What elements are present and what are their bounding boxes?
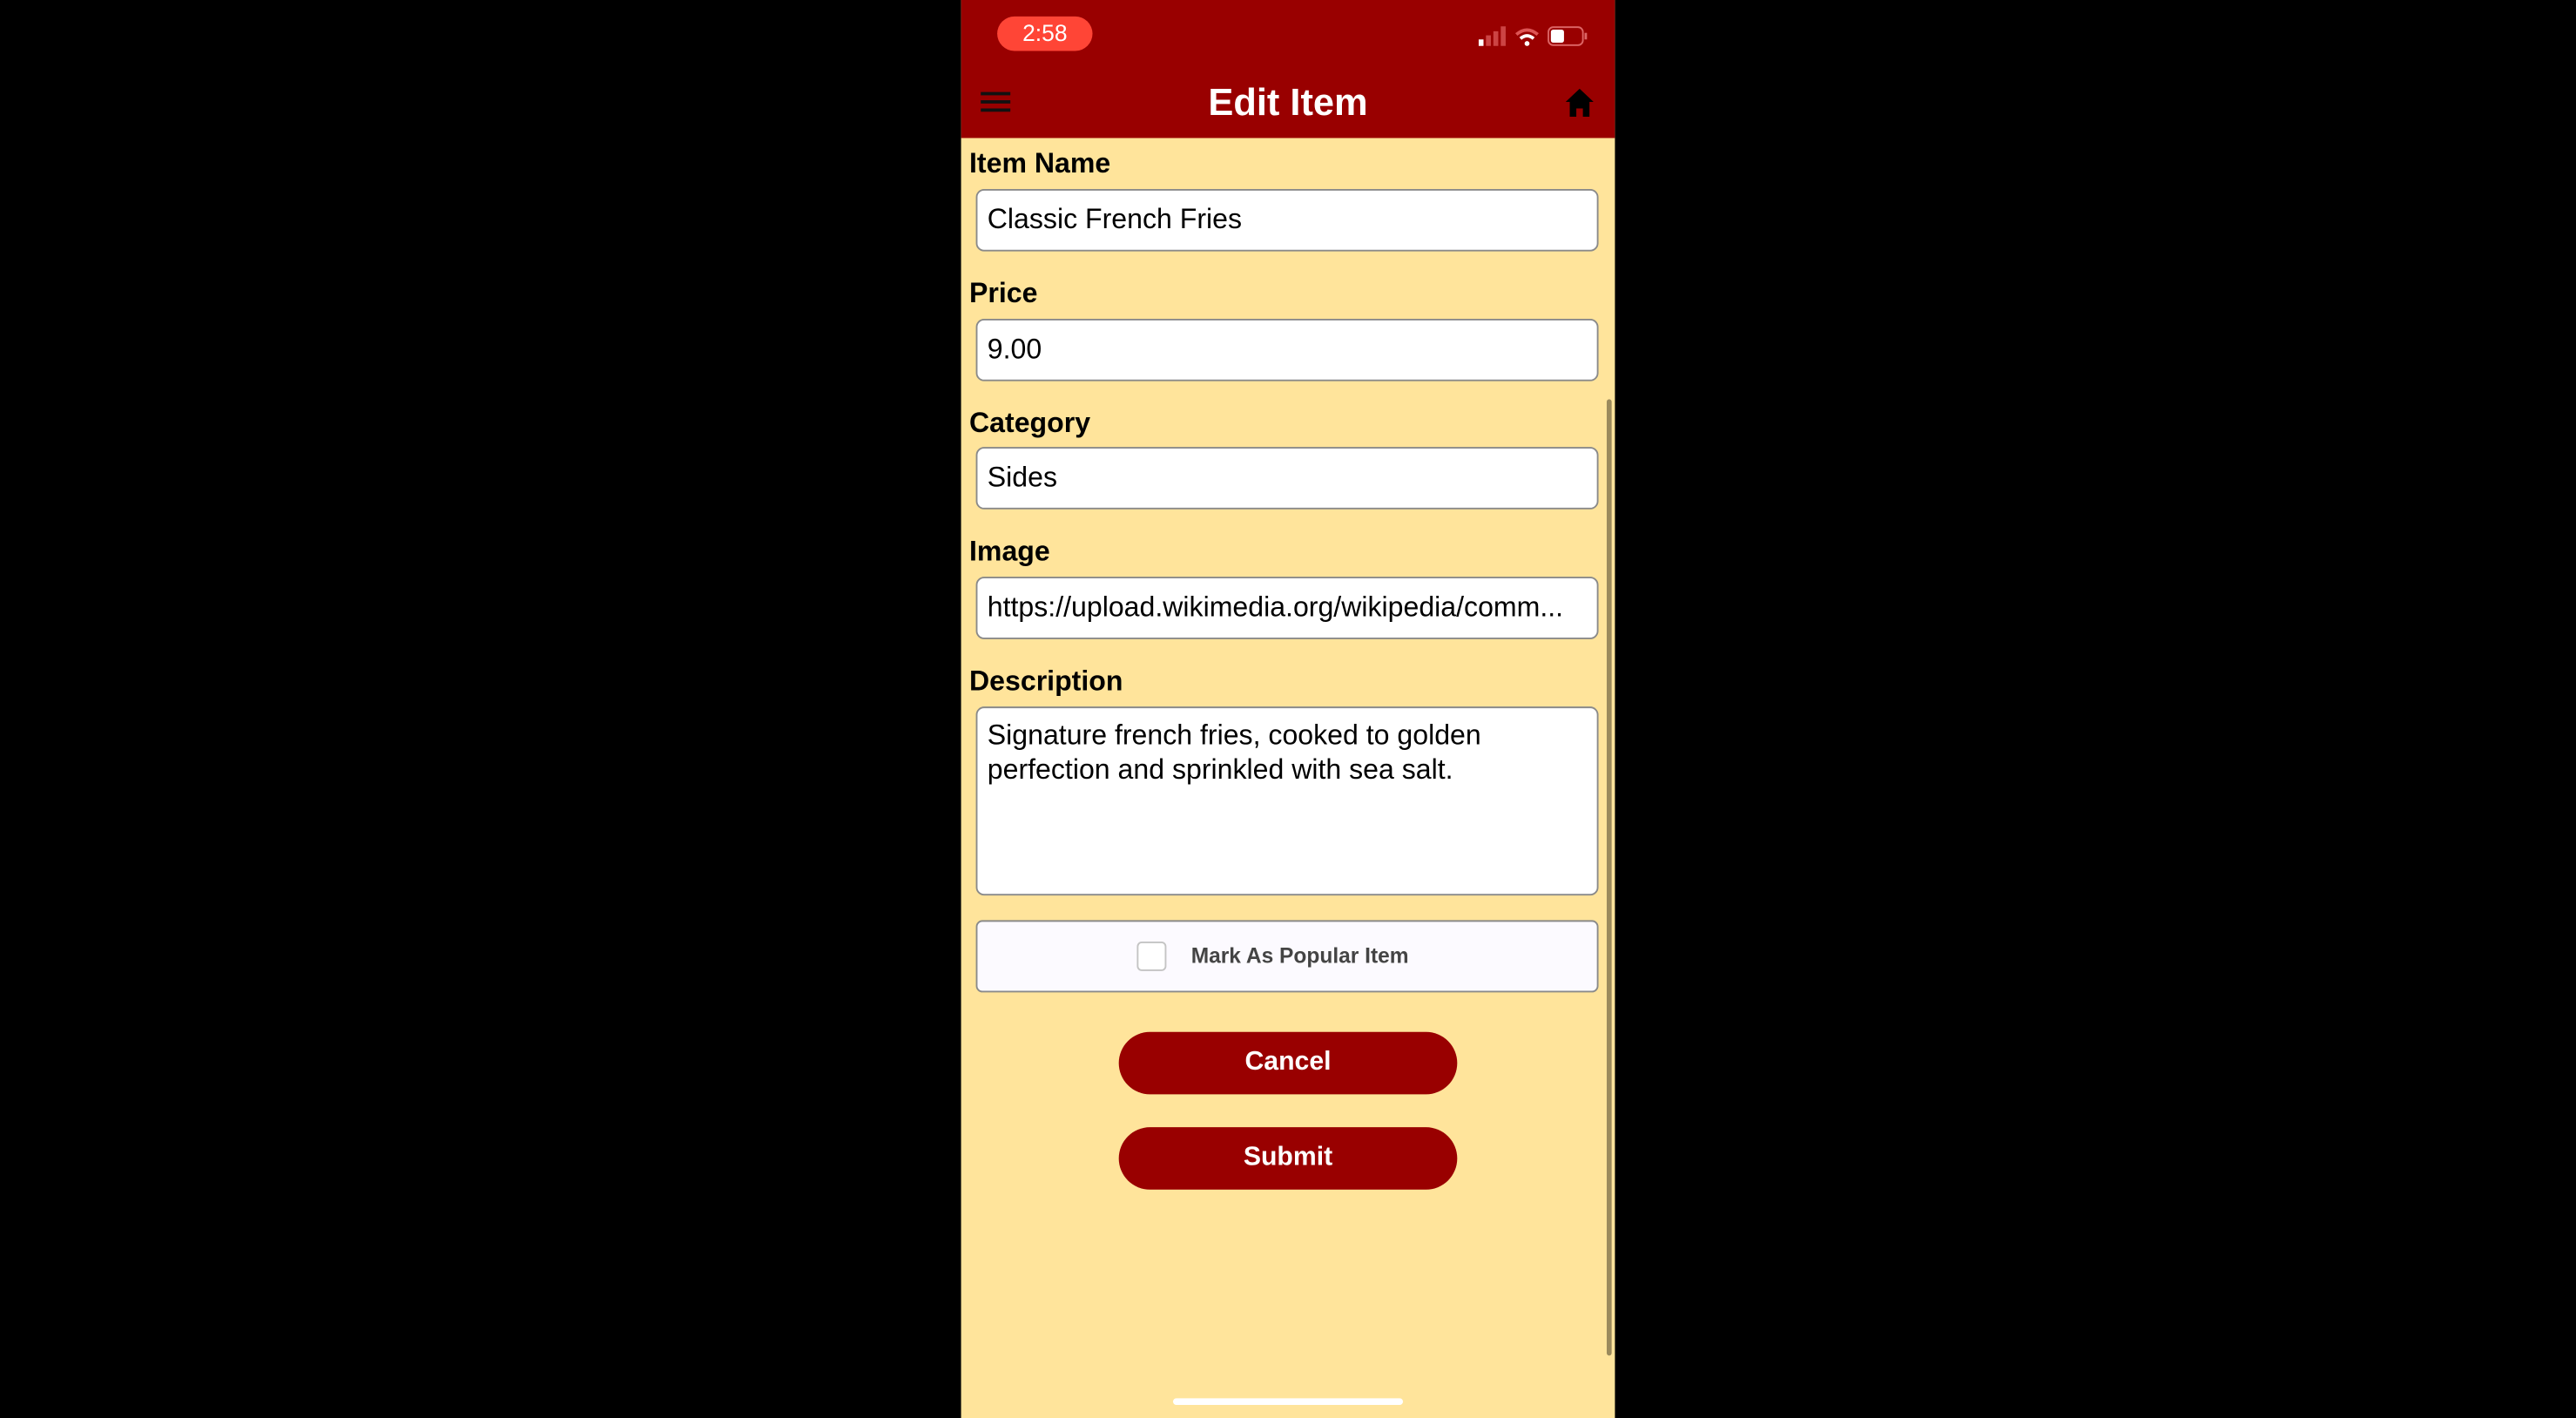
cancel-button[interactable]: Cancel (1118, 1031, 1458, 1095)
battery-icon (1548, 26, 1588, 46)
category-value: Sides (987, 462, 1058, 493)
signal-icon (1478, 26, 1506, 46)
item-name-input[interactable]: Classic French Fries (975, 188, 1599, 252)
phone-screen: 2:58 Edit Item Item Name Classic French … (961, 0, 1615, 1418)
price-label: Price (969, 277, 1038, 309)
popular-label: Mark As Popular Item (1190, 942, 1409, 969)
price-input[interactable]: 9.00 (975, 318, 1599, 382)
home-indicator[interactable] (1172, 1398, 1404, 1405)
description-label: Description (969, 665, 1123, 697)
price-value: 9.00 (987, 333, 1042, 365)
status-icons (1478, 26, 1588, 46)
app-header: 2:58 Edit Item (961, 0, 1615, 138)
page-title: Edit Item (1208, 80, 1368, 124)
item-name-label: Item Name (969, 147, 1111, 179)
image-label: Image (969, 535, 1050, 567)
image-value: https://upload.wikimedia.org/wikipedia/c… (987, 591, 1564, 623)
description-textarea[interactable]: Signature french fries, cooked to golden… (975, 706, 1599, 896)
status-time: 2:58 (997, 16, 1093, 51)
image-input[interactable]: https://upload.wikimedia.org/wikipedia/c… (975, 577, 1599, 639)
item-name-value: Classic French Fries (987, 203, 1243, 235)
category-input[interactable]: Sides (975, 447, 1599, 510)
home-icon[interactable] (1565, 88, 1594, 117)
submit-button[interactable]: Submit (1118, 1127, 1458, 1190)
scrollbar[interactable] (1606, 399, 1612, 1356)
wifi-icon (1515, 27, 1539, 45)
popular-checkbox[interactable] (1136, 941, 1167, 971)
popular-item-toggle[interactable]: Mark As Popular Item (975, 920, 1599, 993)
category-label: Category (969, 407, 1091, 439)
description-value: Signature french fries, cooked to golden… (987, 719, 1481, 786)
